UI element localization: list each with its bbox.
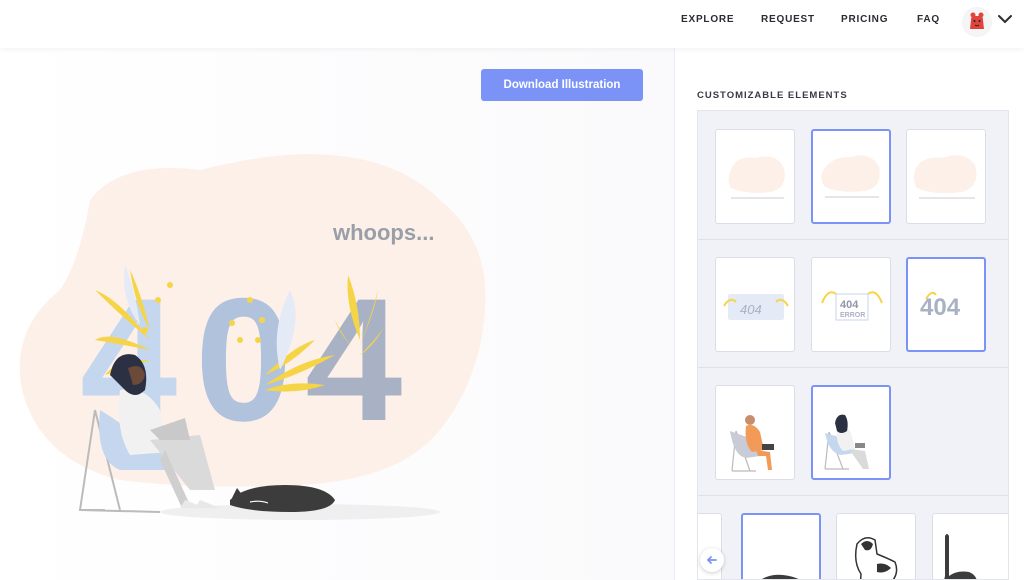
404-illustration: whoops... 4 0 4 xyxy=(19,154,486,520)
row-separator xyxy=(698,495,1008,496)
404-bold-thumbnail-icon: 404 xyxy=(920,291,961,321)
chevron-down-icon[interactable] xyxy=(997,11,1013,27)
pet-option-2[interactable] xyxy=(836,513,916,579)
background-option-2[interactable] xyxy=(811,129,891,224)
404-style-option-1[interactable]: 404 xyxy=(715,257,795,352)
cat-thumbnail-icon xyxy=(761,574,799,579)
blob-thumbnail-icon xyxy=(821,155,880,198)
404-banner-thumbnail-icon: 404 xyxy=(723,294,789,320)
tile-error-text: ERROR xyxy=(840,312,865,319)
arrow-left-icon xyxy=(706,556,717,564)
elements-grid: 404 404 ERROR 404 xyxy=(697,110,1009,580)
404-style-option-3[interactable]: 404 xyxy=(906,257,986,352)
404-style-option-2[interactable]: 404 ERROR xyxy=(811,257,891,352)
nav-explore[interactable]: EXPLORE xyxy=(681,14,734,25)
avatar[interactable] xyxy=(962,7,992,37)
row-separator xyxy=(698,367,1008,368)
woman-on-chair-thumbnail-icon xyxy=(824,414,869,470)
whoops-caption: whoops... xyxy=(332,220,434,245)
panel-title: CUSTOMIZABLE ELEMENTS xyxy=(697,90,848,101)
blob-thumbnail-icon xyxy=(913,155,977,199)
dog-thumbnail-icon xyxy=(854,537,898,579)
tile-404-text: 404 xyxy=(840,299,859,311)
nav-faq[interactable]: FAQ xyxy=(917,14,940,25)
scroll-left-button[interactable] xyxy=(700,548,724,572)
tile-404-text: 404 xyxy=(920,294,961,321)
pet-option-1[interactable] xyxy=(741,513,821,579)
row-separator xyxy=(698,239,1008,240)
404-error-thumbnail-icon: 404 ERROR xyxy=(821,291,883,321)
download-illustration-button[interactable]: Download Illustration xyxy=(481,69,643,101)
tile-404-text: 404 xyxy=(740,302,762,317)
background-option-3[interactable] xyxy=(906,129,986,224)
user-avatar-icon xyxy=(963,8,991,36)
character-option-1[interactable] xyxy=(715,385,795,480)
sleeping-cat xyxy=(230,485,335,512)
digit-0: 0 xyxy=(195,263,292,458)
background-option-1[interactable] xyxy=(715,129,795,224)
top-navigation-bar: EXPLORE REQUEST PRICING FAQ xyxy=(0,0,1024,48)
nav-pricing[interactable]: PRICING xyxy=(841,14,888,25)
blob-thumbnail-icon xyxy=(728,156,785,199)
man-on-chair-thumbnail-icon xyxy=(730,415,774,472)
ostrich-thumbnail-icon xyxy=(944,534,977,579)
nav-request[interactable]: REQUEST xyxy=(761,14,815,25)
character-option-2[interactable] xyxy=(811,385,891,480)
pet-option-3[interactable] xyxy=(932,513,1008,579)
